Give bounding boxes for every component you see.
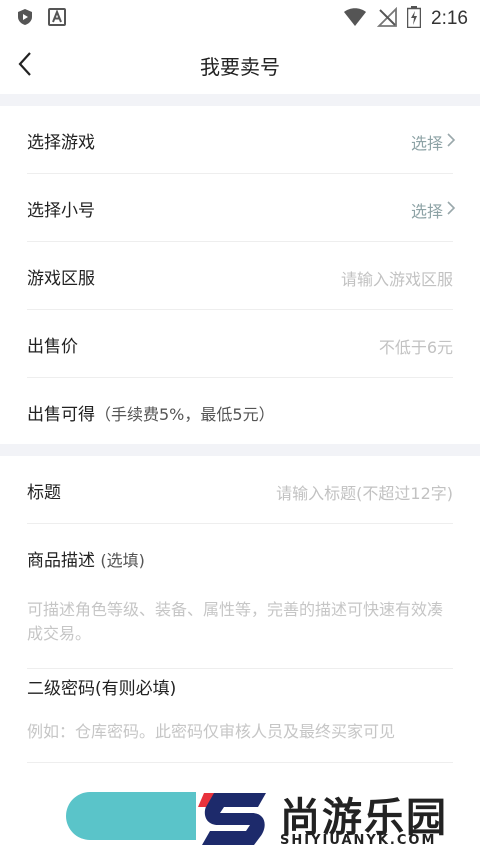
price-label: 出售价 xyxy=(27,337,78,357)
select-game-action[interactable]: 选择 xyxy=(411,130,443,154)
chevron-right-icon xyxy=(447,133,456,147)
nav-bar: 我要卖号 xyxy=(0,34,480,94)
select-account-label: 选择小号 xyxy=(27,201,95,221)
price-row: 出售价 不低于6元 xyxy=(27,310,453,378)
battery-charging-icon xyxy=(406,6,422,32)
status-bar: 2:16 xyxy=(0,0,480,34)
description-label: 商品描述 (选填) xyxy=(27,546,145,571)
password-input[interactable]: 例如：仓库密码。此密码仅审核人员及最终买家可见 xyxy=(27,718,457,742)
price-input[interactable]: 不低于6元 xyxy=(379,334,453,358)
title-input[interactable]: 请输入标题(不超过12字) xyxy=(276,480,453,504)
description-optional: (选填) xyxy=(100,551,145,570)
divider xyxy=(27,762,453,763)
page-title: 我要卖号 xyxy=(200,55,280,79)
game-server-input[interactable]: 请输入游戏区服 xyxy=(341,266,453,290)
a-icon xyxy=(48,8,66,26)
description-title: 商品描述 xyxy=(27,551,95,571)
chevron-right-icon xyxy=(447,201,456,215)
description-textarea[interactable]: 可描述角色等级、装备、属性等，完善的描述可快速有效凑成交易。 xyxy=(27,598,453,646)
title-label: 标题 xyxy=(27,483,61,503)
signal-off-icon xyxy=(376,6,397,31)
section-gap xyxy=(0,94,480,106)
game-server-label: 游戏区服 xyxy=(27,269,95,289)
game-server-row: 游戏区服 请输入游戏区服 xyxy=(27,242,453,310)
earnings-row: 出售可得（手续费5%，最低5元） xyxy=(27,378,453,446)
divider xyxy=(27,668,453,669)
title-row: 标题 请输入标题(不超过12字) xyxy=(27,456,453,524)
select-game-row[interactable]: 选择游戏 选择 xyxy=(27,106,456,174)
select-account-action[interactable]: 选择 xyxy=(411,198,443,222)
watermark-en: SHIYIUANYK.COM xyxy=(280,833,437,848)
wifi-icon xyxy=(343,7,367,31)
earnings-label: 出售可得（手续费5%，最低5元） xyxy=(27,400,275,425)
section-gap xyxy=(0,444,480,456)
earnings-note: （手续费5%，最低5元） xyxy=(95,405,275,424)
select-account-row[interactable]: 选择小号 选择 xyxy=(27,174,456,242)
select-game-label: 选择游戏 xyxy=(27,133,95,153)
earnings-title: 出售可得 xyxy=(27,405,95,425)
watermark: 尚游乐园 SHIYIUANYK.COM xyxy=(196,783,480,853)
password-label: 二级密码(有则必填) xyxy=(27,679,177,699)
watermark-logo-icon xyxy=(198,793,266,845)
play-shield-icon xyxy=(16,8,34,26)
status-time: 2:16 xyxy=(431,8,468,29)
